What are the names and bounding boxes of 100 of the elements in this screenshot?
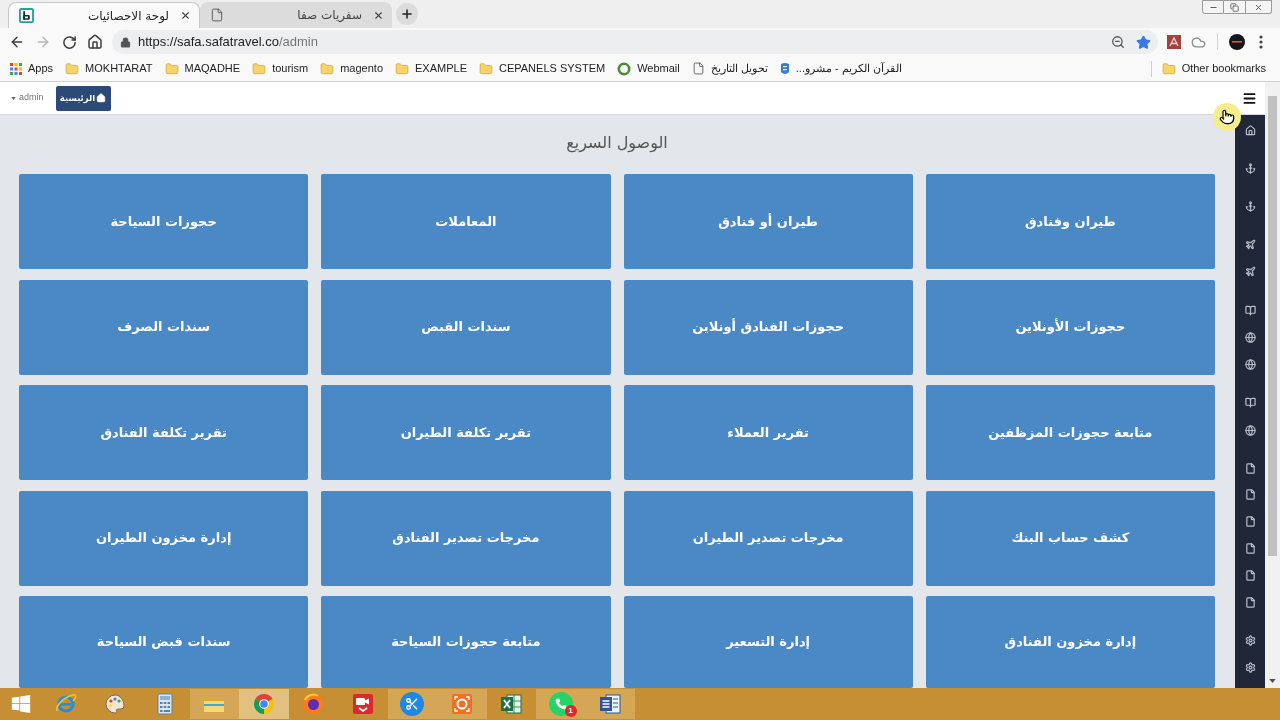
browser-icon	[301, 692, 326, 716]
taskbar-button[interactable]	[239, 689, 289, 719]
quick-access-tile[interactable]: طيران أو فنادق	[623, 174, 913, 269]
quick-access-tile[interactable]: حجوزات السياحة	[19, 174, 309, 269]
document-icon	[598, 692, 623, 716]
bookmark-item[interactable]: MAQADHE	[158, 57, 247, 80]
file-icon[interactable]	[1244, 597, 1256, 608]
folder-icon	[65, 61, 80, 76]
folder-icon	[1161, 61, 1176, 76]
file-icon[interactable]	[1244, 489, 1256, 500]
quick-access-tile[interactable]: إدارة التسعير	[623, 596, 913, 688]
quick-access-tile[interactable]: تقرير تكلفة الفنادق	[19, 385, 309, 480]
globe-icon[interactable]	[1244, 359, 1256, 370]
plane-icon[interactable]	[1244, 266, 1256, 277]
browser-tab[interactable]: لوحة الاحصائيات	[8, 2, 200, 28]
pdf-extension-icon	[1166, 35, 1181, 49]
anchor-icon[interactable]	[1244, 163, 1256, 174]
new-tab-button[interactable]	[396, 3, 418, 25]
home-icon	[87, 34, 103, 50]
globe-icon[interactable]	[1244, 425, 1256, 436]
plus-icon	[400, 7, 414, 21]
quick-access-tile[interactable]: تقرير العملاء	[623, 385, 913, 480]
scroll-down-arrow-icon[interactable]	[1269, 679, 1276, 683]
close-icon	[372, 9, 384, 21]
quick-access-tile[interactable]: متابعة حجوزات المزظفين	[925, 385, 1215, 480]
bookmark-item[interactable]: Other bookmarks	[1157, 57, 1270, 80]
folder-icon	[164, 61, 179, 76]
folder-icon	[252, 61, 267, 76]
caret-down-icon	[11, 96, 16, 100]
gear-icon[interactable]	[1244, 662, 1256, 673]
taskbar-button[interactable]	[585, 689, 635, 719]
quick-access-tile[interactable]: حجوزات الفنادق أونلاين	[623, 279, 913, 375]
taskbar-button[interactable]	[437, 689, 487, 719]
kebab-menu-icon	[1259, 35, 1263, 49]
bookmark-star-icon[interactable]	[1136, 34, 1151, 50]
bookmark-item[interactable]: tourism	[246, 57, 315, 80]
quick-access-tile[interactable]: سندات الصرف	[19, 279, 309, 375]
bookmark-item[interactable]: Webmail	[611, 57, 686, 80]
close-button[interactable]	[1246, 0, 1272, 14]
quick-access-tile[interactable]: متابعة حجوزات السياحة	[321, 596, 611, 688]
bookmark-item[interactable]: EXAMPLE	[389, 57, 473, 80]
browser-icon	[251, 692, 276, 716]
forward-arrow-icon	[35, 34, 51, 50]
browser-tab[interactable]: سفريات صفا	[200, 2, 392, 28]
home-button[interactable]: الرئيسية	[55, 85, 111, 111]
close-icon	[179, 10, 191, 21]
minimize-button[interactable]	[1202, 0, 1224, 14]
quick-access-tile[interactable]: مخرجات تصدير الطيران	[623, 490, 913, 586]
home-icon	[96, 93, 107, 103]
book-icon[interactable]	[1244, 397, 1256, 408]
apps-grid-icon	[10, 62, 22, 75]
cloud-icon	[1191, 34, 1206, 50]
quick-access-tile[interactable]: طيران وفنادق	[925, 174, 1215, 269]
bookmark-item[interactable]: Apps	[4, 57, 60, 80]
folder-icon	[320, 61, 335, 76]
restore-button[interactable]	[1224, 0, 1246, 14]
bookmark-item[interactable]: القرآن الكريم - مشرو...	[773, 57, 908, 80]
page-icon	[691, 62, 705, 75]
scrollbar[interactable]	[1265, 82, 1280, 688]
book-icon[interactable]	[1244, 305, 1256, 316]
folder-icon	[479, 61, 493, 76]
file-icon[interactable]	[1244, 463, 1256, 474]
bookmark-item[interactable]: CEPANELS SYSTEM	[473, 57, 612, 80]
quick-access-tile[interactable]: مخرجات تصدير الفنادق	[321, 490, 611, 586]
avatar-icon	[1229, 34, 1245, 50]
quick-access-tile[interactable]: إدارة مخزون الفنادق	[925, 596, 1215, 688]
quick-access-tile[interactable]: سندات القبض	[321, 279, 611, 375]
zoom-icon[interactable]	[1111, 35, 1125, 49]
record-icon	[449, 692, 474, 716]
plane-icon[interactable]	[1244, 239, 1256, 250]
bookmark-item[interactable]: MOKHTARAT	[59, 57, 159, 80]
menu-button[interactable]	[1241, 90, 1257, 106]
gear-icon[interactable]	[1244, 635, 1256, 646]
bookmark-item[interactable]: تحويل التاريخ	[685, 57, 774, 80]
bookmark-item[interactable]: magento	[314, 57, 389, 80]
hamburger-menu-icon	[1241, 90, 1257, 106]
user-menu[interactable]: admin	[11, 91, 44, 105]
site-logo-icon	[19, 8, 34, 23]
shield-icon	[779, 61, 790, 76]
quick-access-tile[interactable]: سندات قبض السياحة	[19, 596, 309, 688]
scrollbar-thumb[interactable]	[1268, 96, 1277, 556]
quick-access-tile[interactable]: حجوزات الأونلاين	[925, 279, 1215, 375]
quick-access-tile[interactable]: تقرير تكلفة الطيران	[321, 385, 611, 480]
chat-icon	[548, 692, 573, 716]
spreadsheet-icon	[499, 692, 524, 716]
file-icon[interactable]	[1244, 543, 1256, 554]
taskbar-button[interactable]: 1	[536, 689, 586, 719]
file-icon[interactable]	[1244, 516, 1256, 527]
home-icon[interactable]	[1244, 125, 1256, 136]
address-bar[interactable]: https://safa.safatravel.co/admin	[112, 30, 1158, 54]
quick-access-tile[interactable]: إدارة مخزون الطيران	[19, 490, 309, 586]
anchor-icon[interactable]	[1244, 201, 1256, 212]
url-text: https://safa.safatravel.co/admin	[138, 33, 318, 52]
globe-icon[interactable]	[1244, 332, 1256, 343]
lock-icon	[120, 36, 131, 48]
file-icon[interactable]	[1244, 570, 1256, 581]
quick-access-tile[interactable]: كشف حساب البنك	[925, 490, 1215, 586]
quick-access-tile[interactable]: المعاملات	[321, 174, 611, 269]
video-camera-icon	[350, 692, 375, 716]
taskbar-button[interactable]	[387, 689, 437, 719]
